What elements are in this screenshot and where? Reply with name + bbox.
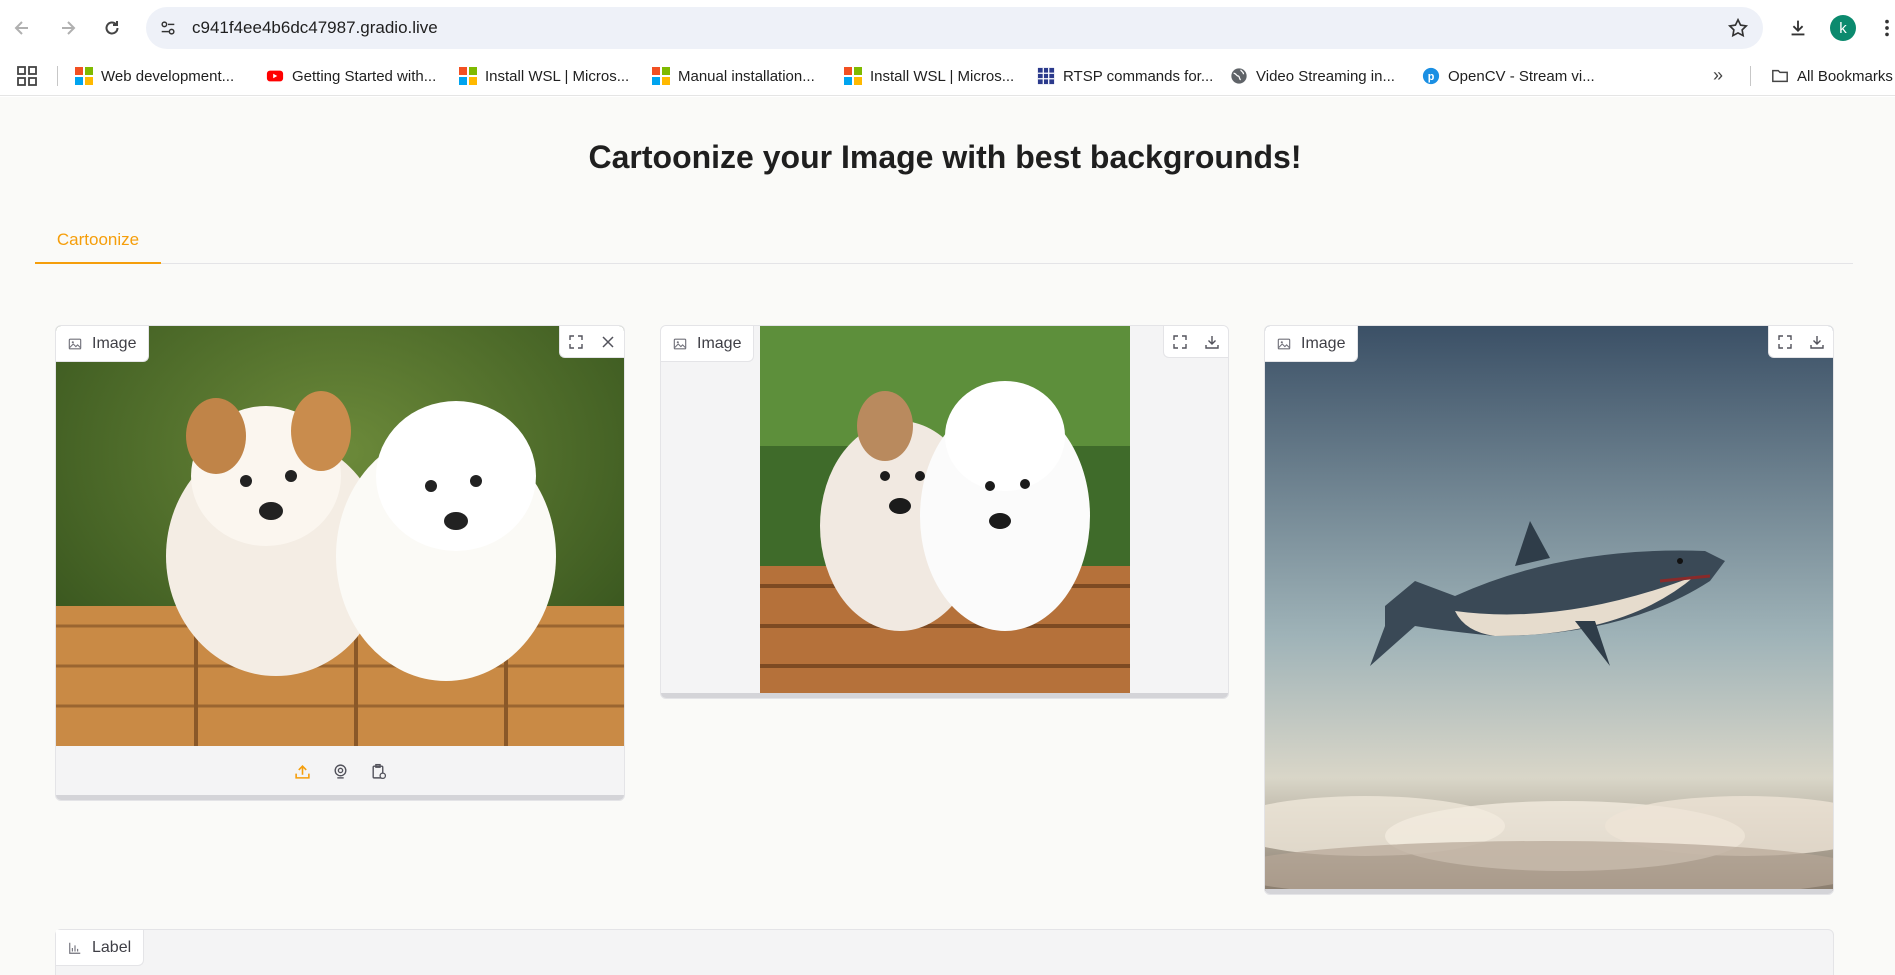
download-image-button[interactable] [1801, 326, 1833, 358]
download-icon [1791, 20, 1805, 36]
input-image-panel: Image [55, 325, 625, 801]
image-icon [673, 338, 687, 349]
background-image-label: Image [1265, 326, 1359, 362]
close-icon [602, 336, 614, 348]
panel-bottom-border [661, 693, 1228, 698]
downloads-button[interactable] [1782, 12, 1814, 44]
app-page: Cartoonize your Image with best backgrou… [0, 97, 1895, 975]
label-output-panel: Label [55, 929, 1834, 975]
back-button[interactable] [6, 12, 38, 44]
microsoft-icon [75, 67, 93, 85]
address-bar[interactable]: c941f4ee4b6dc47987.gradio.live [146, 7, 1763, 49]
reload-button[interactable] [96, 12, 128, 44]
bookmark-item[interactable]: Web development... [75, 64, 234, 88]
profile-avatar[interactable]: k [1830, 15, 1856, 41]
all-bookmarks-folder[interactable]: All Bookmarks [1771, 64, 1893, 88]
reload-icon [105, 21, 119, 35]
svg-text:p: p [1428, 71, 1435, 83]
image-source-toolbar [56, 746, 624, 796]
grid-site-icon [1037, 67, 1055, 85]
tab-cartoonize[interactable]: Cartoonize [35, 218, 161, 264]
clipboard-icon [371, 763, 386, 779]
fullscreen-button[interactable] [1769, 326, 1801, 358]
bookmarks-bar: Web development... Getting Started with.… [0, 56, 1895, 96]
download-image-button[interactable] [1196, 326, 1228, 358]
apps-grid-icon[interactable] [16, 65, 38, 87]
arrow-right-icon [62, 21, 76, 35]
cartoonized-puppies-image[interactable] [760, 326, 1130, 695]
background-image-actions [1768, 326, 1833, 358]
panel-bottom-border [56, 795, 624, 800]
fullscreen-button[interactable] [1164, 326, 1196, 358]
page-title: Cartoonize your Image with best backgrou… [588, 139, 1302, 175]
bookmark-star-icon[interactable] [1727, 17, 1749, 39]
bar-chart-icon [69, 942, 81, 954]
background-result-panel: Image [1264, 325, 1834, 895]
tab-bar: Cartoonize [35, 218, 1853, 264]
input-image-label: Image [56, 326, 150, 362]
site-info-icon[interactable] [156, 16, 180, 40]
bookmark-item[interactable]: Install WSL | Micros... [459, 64, 629, 88]
bookmark-item[interactable]: p OpenCV - Stream vi... [1422, 64, 1595, 88]
webcam-source-button[interactable] [330, 761, 350, 781]
input-image-actions [559, 326, 624, 358]
cartoon-image-panel: Image [660, 325, 1229, 699]
url-text[interactable]: c941f4ee4b6dc47987.gradio.live [192, 18, 438, 38]
bookmark-item[interactable]: Install WSL | Micros... [844, 64, 1014, 88]
bookmark-item[interactable]: Getting Started with... [266, 64, 436, 88]
microsoft-icon [652, 67, 670, 85]
download-icon [1810, 336, 1824, 349]
more-bookmarks-chevron-icon[interactable]: » [1713, 65, 1723, 86]
forward-button[interactable] [52, 12, 84, 44]
fullscreen-button[interactable] [560, 326, 592, 358]
webcam-icon [333, 763, 347, 779]
upload-source-button[interactable] [292, 761, 312, 781]
p-site-icon: p [1422, 67, 1440, 85]
arrow-left-icon [14, 21, 28, 35]
image-icon [68, 338, 82, 349]
label-output-header: Label [56, 930, 145, 966]
bookmarks-separator [1750, 66, 1751, 86]
fullscreen-icon [569, 335, 583, 349]
image-icon [1277, 338, 1291, 349]
browser-toolbar: c941f4ee4b6dc47987.gradio.live k [0, 0, 1895, 56]
bookmark-item[interactable]: Video Streaming in... [1230, 64, 1395, 88]
shark-sky-image[interactable] [1265, 326, 1833, 891]
microsoft-icon [459, 67, 477, 85]
fullscreen-icon [1173, 335, 1187, 349]
fullscreen-icon [1778, 335, 1792, 349]
browser-menu-button[interactable] [1871, 12, 1895, 44]
clear-image-button[interactable] [592, 326, 624, 358]
panel-bottom-border [1265, 889, 1833, 894]
puppies-photo[interactable] [56, 326, 624, 747]
download-icon [1205, 336, 1219, 349]
microsoft-icon [844, 67, 862, 85]
upload-icon [294, 764, 310, 779]
bookmark-item[interactable]: Manual installation... [652, 64, 815, 88]
youtube-icon [266, 70, 284, 82]
cartoon-image-actions [1163, 326, 1228, 358]
kebab-menu-icon [1885, 19, 1889, 37]
cartoon-image-label: Image [661, 326, 755, 362]
folder-icon [1772, 69, 1788, 83]
bookmark-item[interactable]: RTSP commands for... [1037, 64, 1213, 88]
globe-icon [1231, 68, 1247, 84]
clipboard-source-button[interactable] [368, 761, 388, 781]
bookmarks-separator [57, 66, 58, 86]
